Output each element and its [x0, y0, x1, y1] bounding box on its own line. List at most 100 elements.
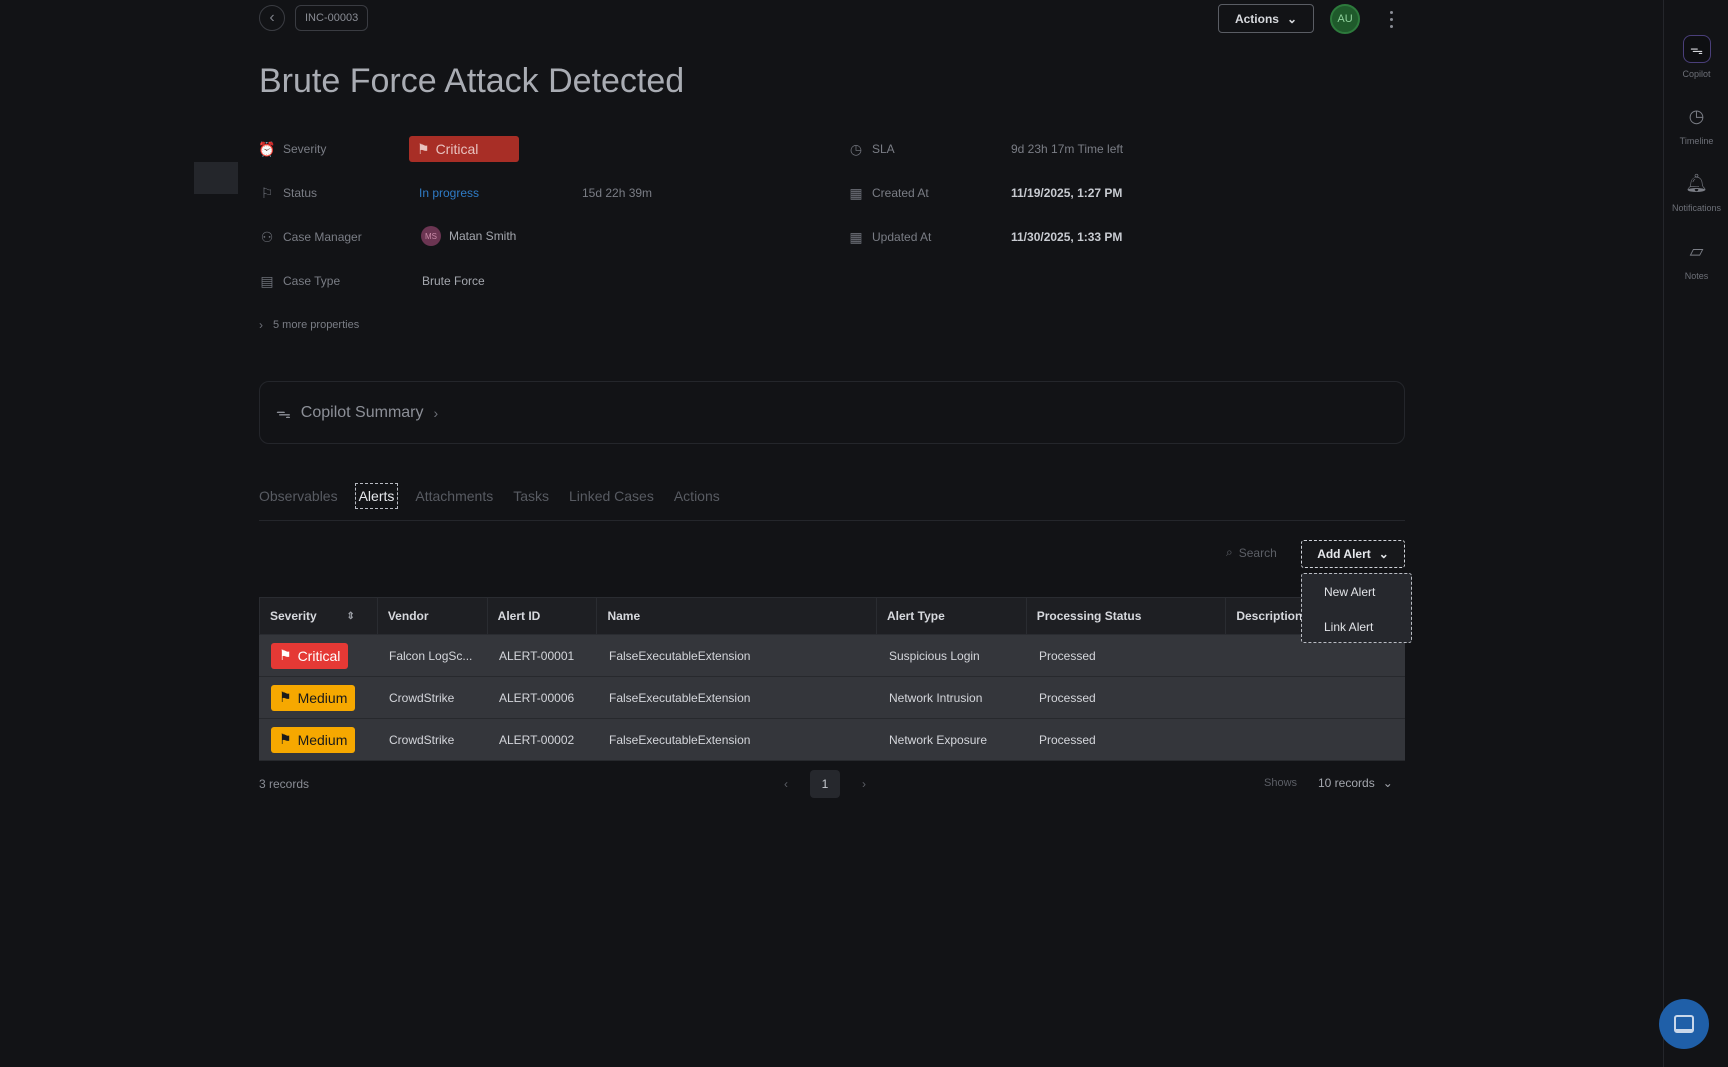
- calendar-icon: ▦: [849, 184, 863, 201]
- severity-badge: ⚑ Critical: [271, 642, 349, 669]
- side-placeholder-block: [194, 162, 238, 194]
- status-duration: 15d 22h 39m: [582, 186, 653, 200]
- flag-icon: ⚑: [279, 689, 292, 705]
- updated-at-value: 11/30/2025, 1:33 PM: [1011, 230, 1123, 244]
- flag-icon: ⚑: [417, 140, 430, 157]
- user-avatar[interactable]: AU: [1330, 4, 1360, 34]
- back-button[interactable]: ‹: [259, 5, 285, 31]
- sidebar-item-timeline[interactable]: ◷ Timeline: [1664, 102, 1728, 147]
- prev-page-icon[interactable]: ‹: [784, 777, 788, 791]
- column-vendor[interactable]: Vendor: [378, 598, 488, 634]
- manager-name: Matan Smith: [449, 229, 517, 243]
- add-alert-dropdown: New Alert Link Alert: [1301, 573, 1412, 643]
- copilot-summary-card[interactable]: ᯓ Copilot Summary ›: [259, 381, 1405, 444]
- search-input[interactable]: ⌕ Search: [1226, 545, 1277, 560]
- clock-icon: ◷: [1688, 105, 1705, 126]
- severity-badge: ⚑ Medium: [271, 726, 356, 753]
- column-alert-id[interactable]: Alert ID: [488, 598, 598, 634]
- name-cell: FalseExecutableExtension: [609, 648, 751, 663]
- table-row[interactable]: ⚑ Medium CrowdStrike ALERT-00006 FalseExe…: [259, 677, 1405, 719]
- menu-item-link-alert[interactable]: Link Alert: [1302, 609, 1411, 644]
- tab-actions[interactable]: Actions: [664, 484, 730, 508]
- name-cell: FalseExecutableExtension: [609, 732, 751, 747]
- more-properties-toggle[interactable]: › 5 more properties: [259, 318, 359, 332]
- column-processing-status[interactable]: Processing Status: [1027, 598, 1227, 634]
- page-title: Brute Force Attack Detected: [259, 62, 685, 100]
- sidebar-item-notes[interactable]: ▱ Notes: [1664, 237, 1728, 282]
- alert-id-cell: ALERT-00001: [499, 648, 575, 663]
- copilot-icon: ᯓ: [1682, 35, 1711, 63]
- tab-observables[interactable]: Observables: [259, 484, 348, 508]
- case-manager-value[interactable]: MS Matan Smith: [421, 226, 516, 246]
- add-alert-button[interactable]: Add Alert ⌄: [1301, 540, 1405, 568]
- tab-divider: [259, 520, 1405, 521]
- sidebar-label: Copilot: [1682, 69, 1711, 79]
- column-label: Severity: [270, 609, 317, 623]
- alert-id-cell: ALERT-00002: [499, 732, 575, 747]
- sidebar-item-notifications[interactable]: 🔔︎ Notifications: [1664, 169, 1728, 214]
- severity-text: Medium: [297, 731, 348, 748]
- case-type-label: Case Type: [283, 274, 341, 288]
- sidebar-label: Timeline: [1679, 136, 1714, 146]
- more-properties-label: 5 more properties: [273, 319, 360, 331]
- alerts-table: Severity ⇕ Vendor Alert ID Name Alert Ty…: [259, 597, 1405, 761]
- search-placeholder: Search: [1238, 545, 1277, 560]
- column-alert-type[interactable]: Alert Type: [877, 598, 1027, 634]
- severity-text: Critical: [297, 647, 341, 664]
- case-type-value: Brute Force: [422, 274, 485, 288]
- column-name[interactable]: Name: [597, 598, 877, 634]
- more-options-icon[interactable]: [1384, 6, 1398, 32]
- table-header: Severity ⇕ Vendor Alert ID Name Alert Ty…: [259, 597, 1405, 635]
- severity-text: Medium: [297, 689, 348, 706]
- alert-type-cell: Network Exposure: [889, 732, 988, 747]
- note-icon: ▱: [1689, 240, 1704, 261]
- status-value[interactable]: In progress: [419, 186, 479, 200]
- copilot-summary-label: Copilot Summary: [300, 403, 424, 421]
- menu-item-new-alert[interactable]: New Alert: [1302, 574, 1411, 609]
- tab-linked-cases[interactable]: Linked Cases: [559, 484, 664, 508]
- chat-launcher-button[interactable]: [1659, 999, 1709, 1049]
- created-at-value: 11/19/2025, 1:27 PM: [1011, 186, 1123, 200]
- severity-badge: ⚑ Medium: [271, 684, 356, 711]
- column-severity[interactable]: Severity ⇕: [260, 598, 378, 634]
- updated-at-label: Updated At: [872, 230, 932, 244]
- table-row[interactable]: ⚑ Medium CrowdStrike ALERT-00002 FalseExe…: [259, 719, 1405, 761]
- right-sidebar: ᯓ Copilot ◷ Timeline 🔔︎ Notifications ▱ …: [1663, 0, 1728, 1067]
- sort-icon[interactable]: ⇕: [346, 611, 354, 622]
- document-icon: ▤: [260, 272, 274, 289]
- manager-avatar: MS: [421, 226, 441, 246]
- sidebar-label: Notifications: [1671, 203, 1722, 213]
- case-id-chip[interactable]: INC-00003: [295, 5, 369, 31]
- vendor-cell: Falcon LogSc...: [389, 648, 473, 663]
- alert-id-cell: ALERT-00006: [499, 690, 575, 705]
- vendor-cell: CrowdStrike: [389, 732, 455, 747]
- created-at-label: Created At: [872, 186, 929, 200]
- chevron-left-icon: ‹: [269, 9, 275, 26]
- alarm-icon: ⏰: [258, 140, 276, 157]
- tab-alerts[interactable]: Alerts: [354, 483, 399, 509]
- user-icon: ⚇: [260, 228, 274, 245]
- flag-icon: ⚑: [279, 731, 292, 747]
- vendor-cell: CrowdStrike: [389, 690, 455, 705]
- table-row[interactable]: ⚑ Critical Falcon LogSc... ALERT-00001 Fa…: [259, 635, 1405, 677]
- sidebar-item-copilot[interactable]: ᯓ Copilot: [1664, 35, 1728, 79]
- chevron-right-icon: ›: [433, 404, 439, 421]
- status-label: Status: [283, 186, 318, 200]
- pagination: ‹ 1 ›: [784, 770, 866, 798]
- add-alert-label: Add Alert: [1317, 547, 1371, 561]
- chevron-down-icon: ⌄: [1382, 776, 1393, 790]
- tab-attachments[interactable]: Attachments: [405, 484, 503, 508]
- actions-button[interactable]: Actions ⌄: [1218, 4, 1314, 33]
- page-number[interactable]: 1: [810, 770, 840, 798]
- clock-icon: ◷: [849, 140, 863, 157]
- severity-badge[interactable]: ⚑ Critical: [409, 136, 519, 162]
- copilot-icon: ᯓ: [276, 404, 291, 422]
- next-page-icon[interactable]: ›: [862, 777, 866, 791]
- flag-icon: ⚑: [279, 647, 292, 663]
- per-page-select[interactable]: 10 records ⌄: [1318, 776, 1393, 790]
- tab-bar: Observables Alerts Attachments Tasks Lin…: [259, 483, 730, 509]
- tab-tasks[interactable]: Tasks: [503, 484, 559, 508]
- alert-type-cell: Suspicious Login: [889, 648, 980, 663]
- sla-label: SLA: [872, 142, 895, 156]
- calendar-icon: ▦: [849, 228, 863, 245]
